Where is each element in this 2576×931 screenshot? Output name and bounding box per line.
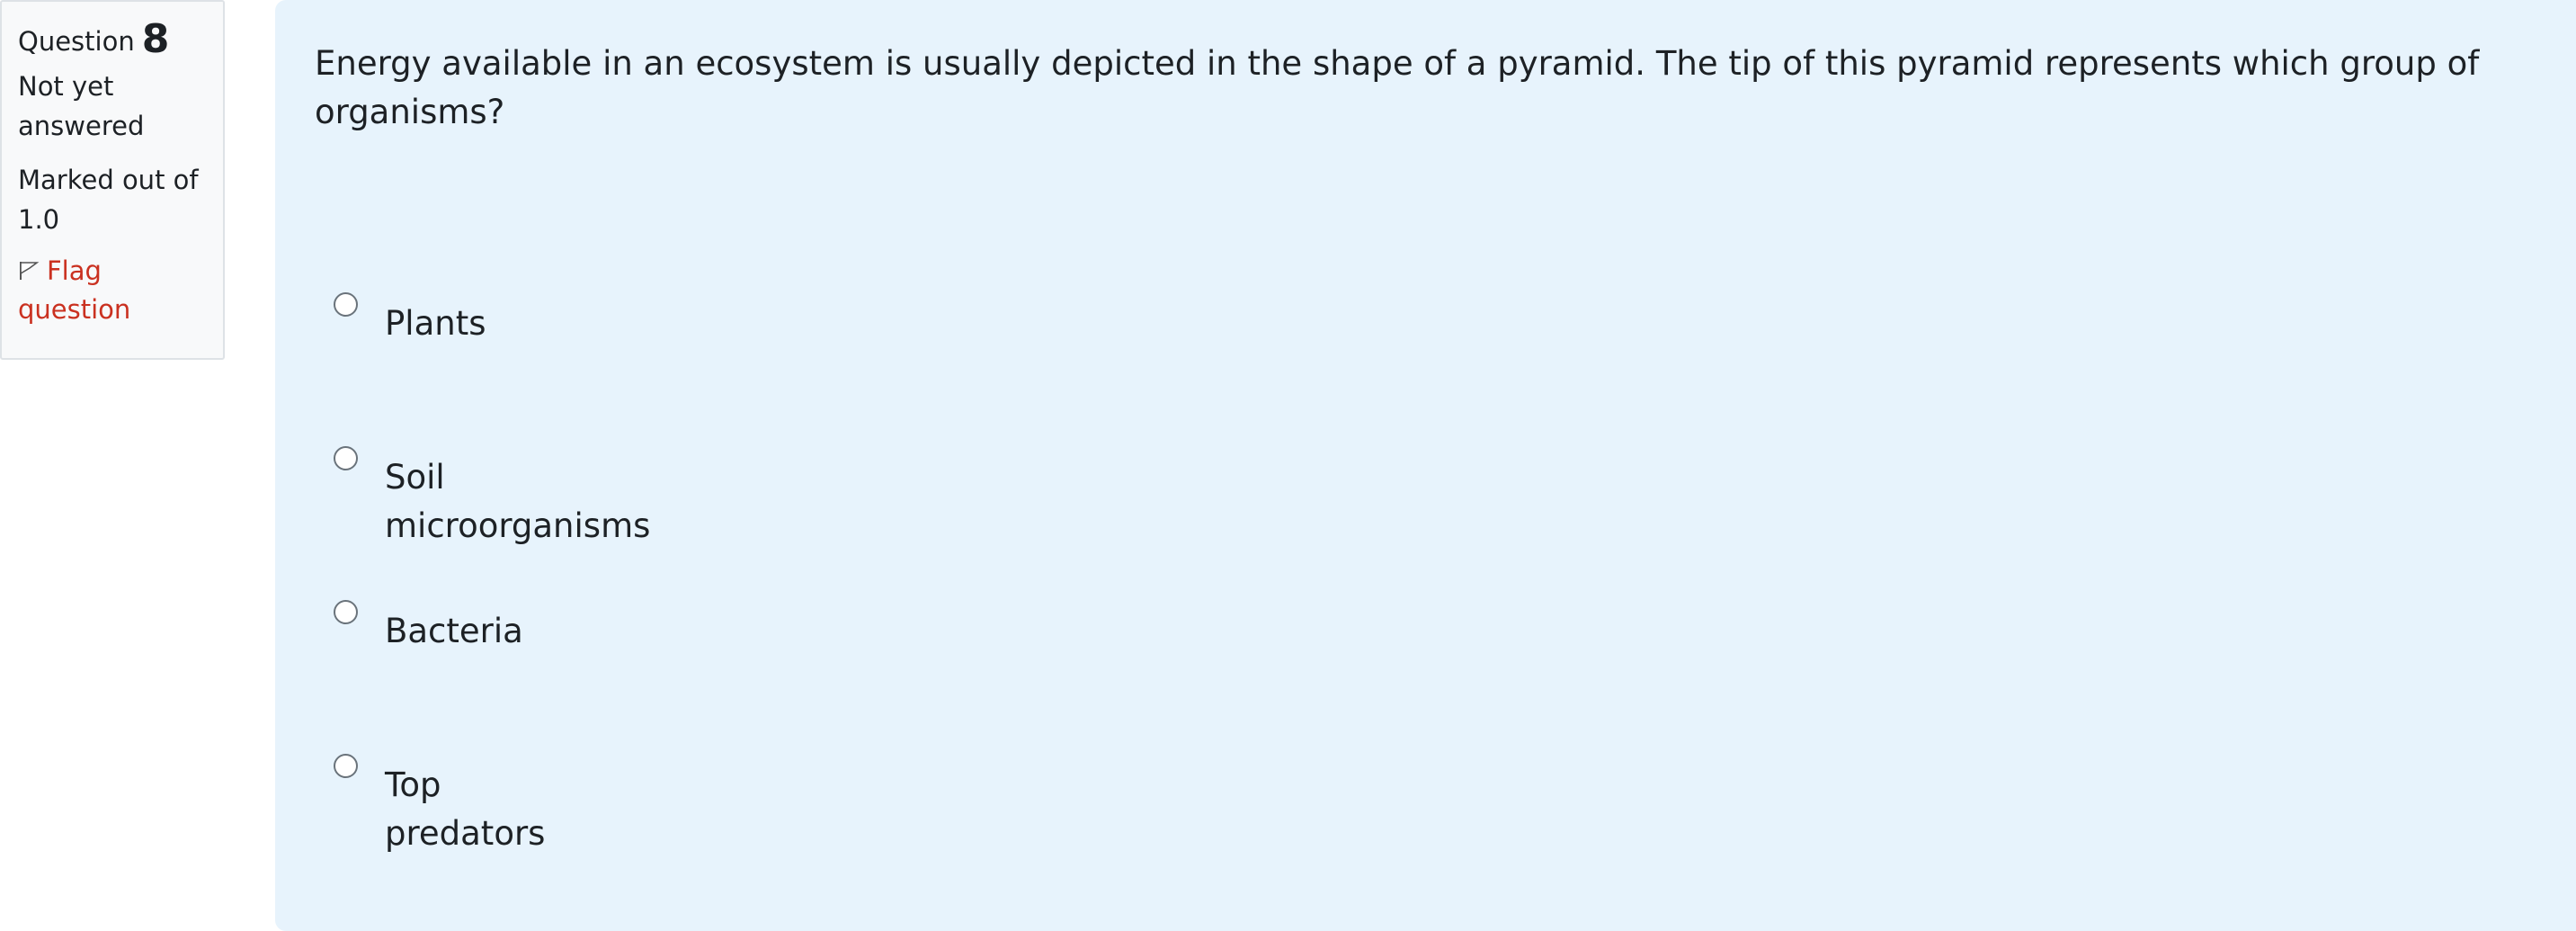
flag-icon bbox=[20, 262, 40, 280]
answer-label-bacteria[interactable]: Bacteria bbox=[385, 607, 682, 656]
question-word: Question bbox=[18, 26, 135, 57]
question-text: Energy available in an ecosystem is usua… bbox=[315, 44, 2480, 131]
answer-label-soil-microorganisms[interactable]: Soil microorganisms bbox=[385, 453, 650, 551]
question-info-panel: Question 8 Not yet answered Marked out of… bbox=[0, 0, 225, 360]
flag-question-link[interactable]: Flag question bbox=[18, 252, 207, 329]
answer-radio-plants[interactable] bbox=[334, 292, 358, 317]
answer-radio-bacteria[interactable] bbox=[334, 600, 358, 624]
question-grade: Marked out of 1.0 bbox=[18, 165, 199, 235]
answer-radio-top-predators[interactable] bbox=[334, 754, 358, 778]
question-number: 8 bbox=[141, 16, 170, 62]
question-number-heading: Question 8 bbox=[18, 20, 207, 61]
answer-label-plants[interactable]: Plants bbox=[385, 300, 682, 348]
answer-radio-soil-microorganisms[interactable] bbox=[334, 446, 358, 470]
question-state: Not yet answered bbox=[18, 71, 145, 141]
answer-label-top-predators[interactable]: Top predators bbox=[385, 761, 547, 858]
question-content-panel: Energy available in an ecosystem is usua… bbox=[275, 0, 2576, 931]
